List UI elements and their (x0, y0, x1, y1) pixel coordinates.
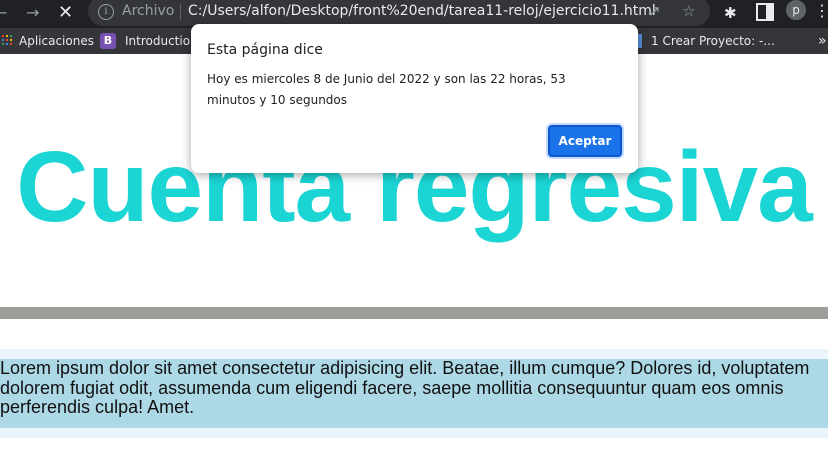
dialog-message: Hoy es miercoles 8 de Junio del 2022 y s… (207, 72, 566, 107)
info-icon[interactable]: i (98, 4, 114, 20)
bookmark-star-icon[interactable]: ☆ (682, 0, 695, 22)
lorem-paragraph: Lorem ipsum dolor sit amet consectetur a… (0, 359, 828, 428)
url-text[interactable]: C:/Users/alfon/Desktop/front%20end/tarea… (188, 0, 656, 22)
forward-icon[interactable]: → (26, 2, 39, 24)
address-bar[interactable]: i Archivo C:/Users/alfon/Desktop/front%2… (88, 0, 710, 26)
more-menu-icon[interactable]: ⋮ (814, 0, 828, 22)
bookmark-crear-proyecto[interactable]: 1 Crear Proyecto: -... (651, 31, 775, 51)
bootstrap-icon: B (100, 33, 116, 49)
share-icon[interactable]: ↗ (648, 0, 661, 22)
address-separator (180, 4, 181, 20)
bookmark-introduction[interactable]: Introduction (125, 31, 198, 51)
alert-dialog: Esta página dice Hoy es miercoles 8 de J… (191, 24, 638, 173)
extensions-icon[interactable]: ✱ (724, 2, 737, 24)
profile-avatar[interactable]: p (786, 0, 806, 20)
side-panel-icon[interactable] (756, 3, 774, 21)
dialog-title: Esta página dice (207, 42, 323, 58)
bookmark-apps[interactable]: Aplicaciones (19, 31, 94, 51)
file-scheme-label: Archivo (122, 3, 175, 19)
apps-grid-icon (2, 35, 12, 47)
bookmarks-overflow-icon[interactable]: » (818, 31, 827, 51)
accept-button[interactable]: Aceptar (548, 125, 622, 157)
divider-bar (0, 307, 828, 319)
back-icon[interactable]: ← (0, 2, 7, 24)
stop-loading-icon[interactable]: ✕ (58, 2, 73, 24)
